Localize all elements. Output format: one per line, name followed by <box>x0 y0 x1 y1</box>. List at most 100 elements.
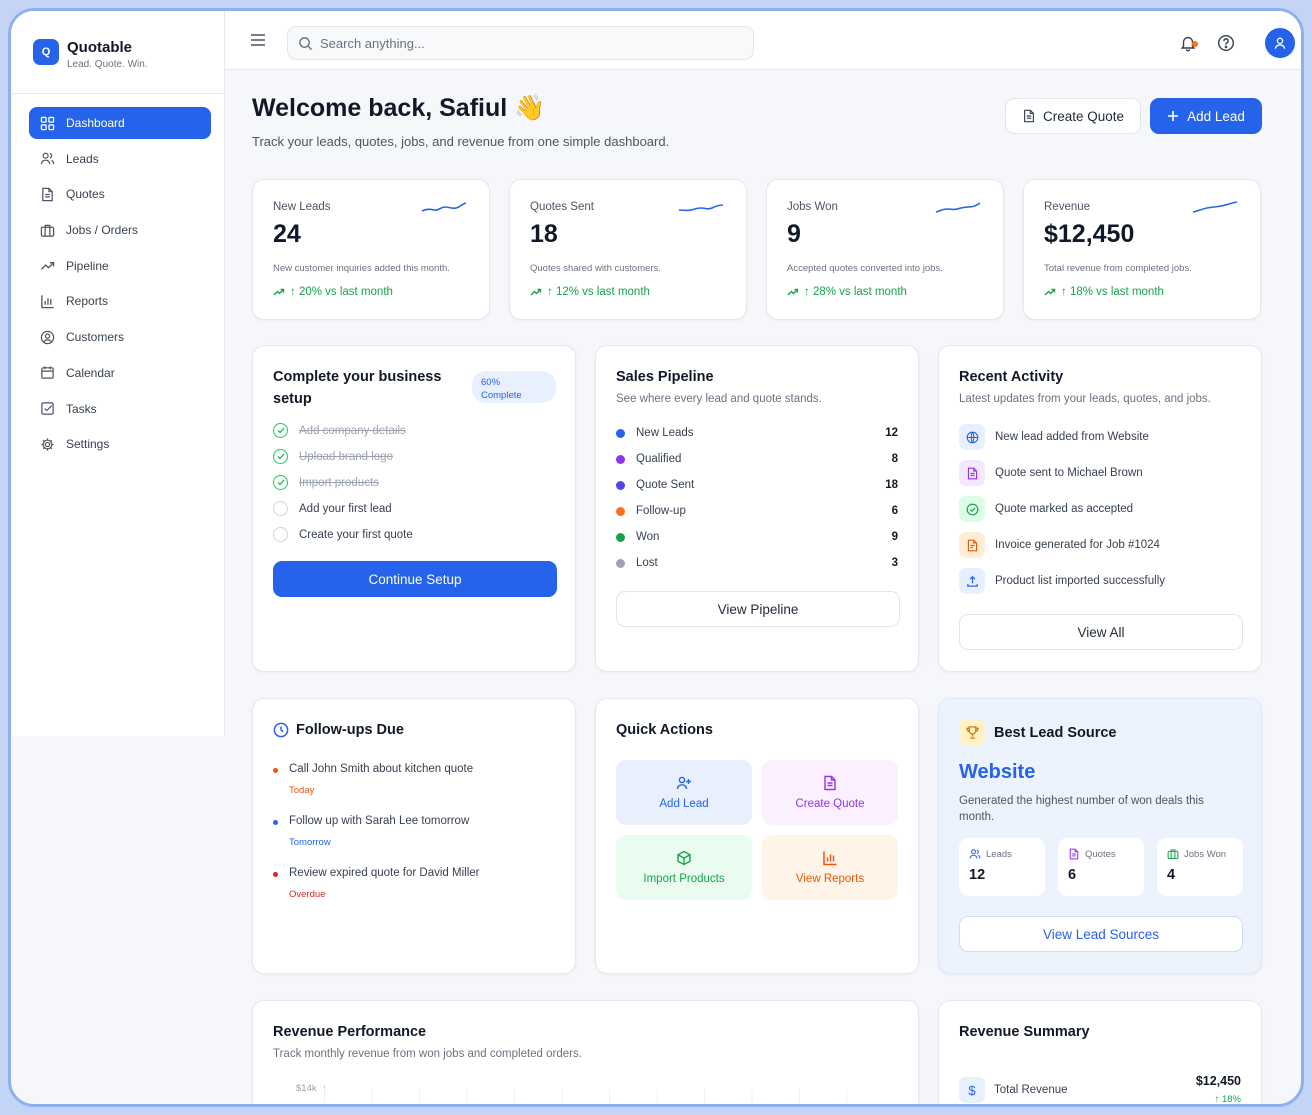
view-pipeline-button[interactable]: View Pipeline <box>616 591 900 627</box>
mini-stat-text: Quotes <box>1085 848 1116 860</box>
setup-step[interactable]: Upload brand logo <box>273 449 393 464</box>
activity-item[interactable]: Product list imported successfully <box>959 568 1165 594</box>
stat-card-revenue[interactable]: Revenue $12,450 Total revenue from compl… <box>1023 179 1261 320</box>
setup-step[interactable]: Add your first lead <box>273 501 392 516</box>
setup-step[interactable]: Import products <box>273 475 379 490</box>
sidebar-item-customers[interactable]: Customers <box>29 321 211 353</box>
setup-step-label: Add company details <box>299 424 406 437</box>
gear-icon <box>41 438 54 451</box>
stat-card-quotes-sent[interactable]: Quotes Sent 18 Quotes shared with custom… <box>509 179 747 320</box>
stat-trend: ↑ 18% vs last month <box>1044 286 1164 298</box>
followup-due: Tomorrow <box>289 837 331 848</box>
app-window: Q Quotable Lead. Quote. Win. Dashboard L… <box>8 8 1304 1107</box>
setup-step[interactable]: Create your first quote <box>273 527 413 542</box>
sidebar-item-pipeline[interactable]: Pipeline <box>29 250 211 282</box>
document-icon <box>1069 848 1079 860</box>
quick-view-reports-button[interactable]: View Reports <box>762 835 898 900</box>
search-input[interactable] <box>320 35 740 51</box>
check-circle-icon <box>959 496 985 522</box>
stat-card-new-leads[interactable]: New Leads 24 New customer inquiries adde… <box>252 179 490 320</box>
pipeline-row[interactable]: New Leads 12 <box>616 427 898 439</box>
setup-step-label: Import products <box>299 476 379 489</box>
view-all-button[interactable]: View All <box>959 614 1243 650</box>
pipeline-stage: New Leads <box>636 427 694 439</box>
brand-name[interactable]: Quotable <box>67 39 132 56</box>
setup-title-line2: setup <box>273 391 312 407</box>
quick-add-lead-button[interactable]: Add Lead <box>616 760 752 825</box>
activity-item[interactable]: New lead added from Website <box>959 424 1149 450</box>
sidebar-item-calendar[interactable]: Calendar <box>29 357 211 389</box>
document-icon <box>42 187 53 202</box>
calendar-icon <box>41 366 54 380</box>
setup-step[interactable]: Add company details <box>273 423 406 438</box>
pipeline-row[interactable]: Quote Sent 18 <box>616 479 898 491</box>
setup-step-label: Create your first quote <box>299 528 413 541</box>
sidebar-item-label: Settings <box>66 437 110 452</box>
topbar <box>225 11 1301 70</box>
stat-value: $12,450 <box>1044 220 1135 248</box>
stat-card-jobs-won[interactable]: Jobs Won 9 Accepted quotes converted int… <box>766 179 1004 320</box>
pipeline-stage: Won <box>636 531 660 543</box>
pipeline-stage: Lost <box>636 557 658 569</box>
stat-label: Quotes Sent <box>530 201 594 213</box>
pipeline-row[interactable]: Won 9 <box>616 531 898 543</box>
stat-value: 18 <box>530 220 558 248</box>
help-icon[interactable] <box>1217 34 1235 52</box>
best-source-desc-line2: month. <box>959 811 995 823</box>
progress-badge: 60% Complete <box>472 371 556 403</box>
sidebar-item-label: Pipeline <box>66 258 109 273</box>
sidebar-item-tasks[interactable]: Tasks <box>29 393 211 425</box>
sidebar-item-label: Dashboard <box>66 116 125 130</box>
activity-item[interactable]: Quote sent to Michael Brown <box>959 460 1143 486</box>
sidebar-item-jobs-orders[interactable]: Jobs / Orders <box>29 214 211 246</box>
badge-label: Complete <box>481 390 522 401</box>
source-stat-quotes: Quotes 6 <box>1058 838 1144 896</box>
stat-trend-text: ↑ 28% vs last month <box>804 286 907 298</box>
sidebar-item-reports[interactable]: Reports <box>29 285 211 317</box>
stat-description: New customer inquiries added this month. <box>273 263 450 274</box>
trend-up-icon <box>787 288 799 296</box>
pipeline-row[interactable]: Qualified 8 <box>616 453 898 465</box>
mini-stat-label: Leads <box>969 848 1012 860</box>
sidebar-item-settings[interactable]: Settings <box>29 428 211 460</box>
activity-subtitle: Latest updates from your leads, quotes, … <box>959 393 1211 405</box>
mini-stat-label: Jobs Won <box>1167 848 1226 860</box>
pipeline-row[interactable]: Follow-up 6 <box>616 505 898 517</box>
menu-icon[interactable] <box>250 33 266 47</box>
create-quote-label: Create Quote <box>1042 108 1125 124</box>
sidebar-item-label: Jobs / Orders <box>66 223 139 238</box>
status-dot <box>616 558 625 568</box>
upload-icon <box>959 568 985 594</box>
mini-stat-text: Leads <box>986 848 1012 860</box>
revenue-perf-subtitle: Track monthly revenue from won jobs and … <box>273 1048 582 1060</box>
document-icon <box>959 460 985 486</box>
quick-actions-title: Quick Actions <box>616 722 713 738</box>
brand-logo[interactable]: Q <box>33 39 59 65</box>
quick-create-quote-button[interactable]: Create Quote <box>762 760 898 825</box>
pipeline-row[interactable]: Lost 3 <box>616 557 898 569</box>
sparkline <box>1192 201 1238 213</box>
pipeline-count: 9 <box>891 531 898 543</box>
best-source-name: Website <box>959 761 1036 783</box>
source-stat-leads: Leads 12 <box>959 838 1045 896</box>
sidebar-item-dashboard[interactable]: Dashboard <box>29 107 211 139</box>
globe-icon <box>959 424 985 450</box>
sidebar-item-label: Customers <box>66 330 125 345</box>
activity-text: Invoice generated for Job #1024 <box>995 539 1160 551</box>
add-lead-button[interactable]: Add Lead <box>1150 98 1262 134</box>
avatar[interactable] <box>1265 28 1295 58</box>
view-lead-sources-button[interactable]: View Lead Sources <box>959 916 1243 952</box>
search-box[interactable] <box>287 26 754 60</box>
activity-item[interactable]: Quote marked as accepted <box>959 496 1133 522</box>
status-dot <box>616 480 625 490</box>
activity-item[interactable]: Invoice generated for Job #1024 <box>959 532 1160 558</box>
chart-grid <box>324 1089 894 1104</box>
sidebar-item-quotes[interactable]: Quotes <box>29 178 211 210</box>
status-dot <box>616 428 625 438</box>
create-quote-button[interactable]: Create Quote <box>1005 98 1141 134</box>
quick-import-products-button[interactable]: Import Products <box>616 835 752 900</box>
continue-setup-button[interactable]: Continue Setup <box>273 561 557 597</box>
sidebar-item-leads[interactable]: Leads <box>29 143 211 175</box>
trend-icon <box>40 262 55 270</box>
pipeline-stage: Qualified <box>636 453 682 465</box>
